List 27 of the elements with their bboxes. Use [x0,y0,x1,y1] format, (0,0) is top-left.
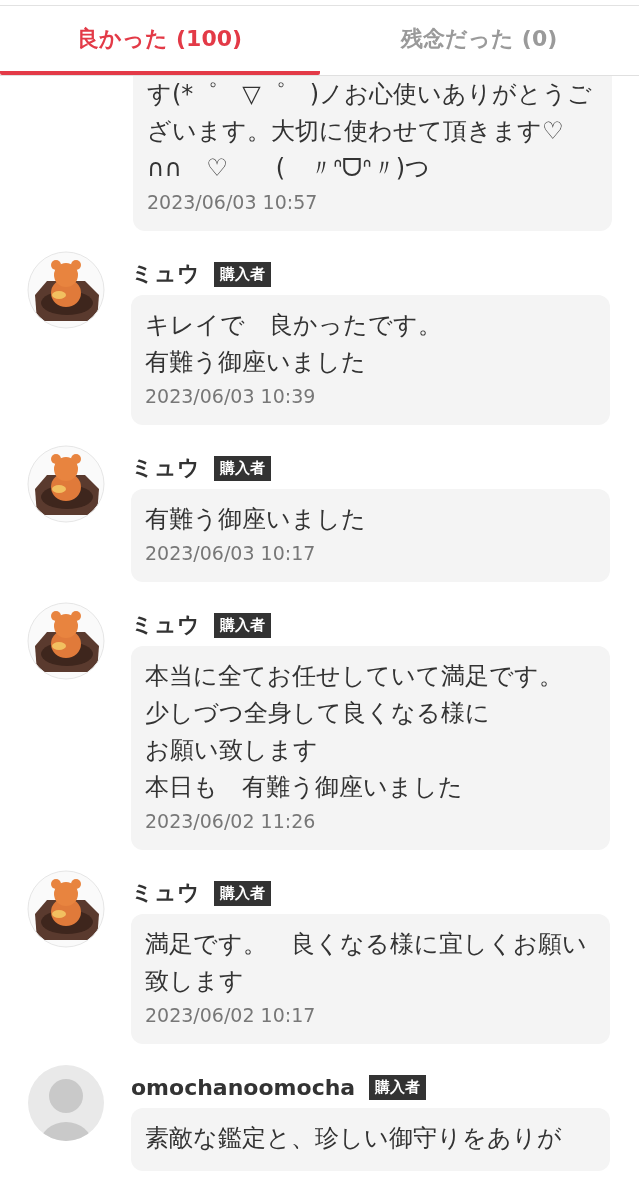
review-text: 少しづつ全身して良くなる様に [145,698,491,729]
buyer-badge: 購入者 [214,261,271,287]
review-text: 満足です。 良くなる様に宜しくお願い致します [145,929,588,997]
review-text: お願い致します [145,735,319,766]
reviewer-name: ミュウ [131,879,200,907]
buyer-badge: 購入者 [369,1074,427,1100]
review-text: 有難う御座いました [145,347,367,378]
review-text: す(*゜ ▽゜ )ノお心使いありがとうございます。大切に使わせて頂きます♡ [147,79,594,147]
reviewer-name: omochanoomocha [131,1074,356,1100]
buyer-badge: 購入者 [214,880,271,906]
review-date: 2023/06/03 10:39 [145,384,317,409]
review-date: 2023/06/03 10:57 [147,190,319,215]
review-text: ∩∩ ♡ ( 〃ᐢᗜᐢ〃)つ [147,153,432,184]
review-date: 2023/06/03 10:17 [145,541,317,566]
reviewer-name: ミュウ [131,454,200,482]
review-text: 本当に全てお任せしていて満足です。 [145,661,564,692]
buyer-badge: 購入者 [214,455,271,481]
review-date: 2023/06/02 11:26 [145,809,317,834]
reviewer-name: ミュウ [131,611,200,639]
review-text: キレイで 良かったです。 [145,310,443,341]
buyer-badge: 購入者 [214,612,271,638]
review-text: 素敵な鑑定と、珍しい御守りをありが [145,1123,563,1154]
reviewer-name: ミュウ [131,260,200,288]
review-date: 2023/06/02 10:17 [145,1003,317,1028]
review-text: 本日も 有難う御座いました [145,772,464,803]
review-text: 有難う御座いました [145,504,367,535]
tab[interactable]: 残念だった (0) [319,6,639,75]
